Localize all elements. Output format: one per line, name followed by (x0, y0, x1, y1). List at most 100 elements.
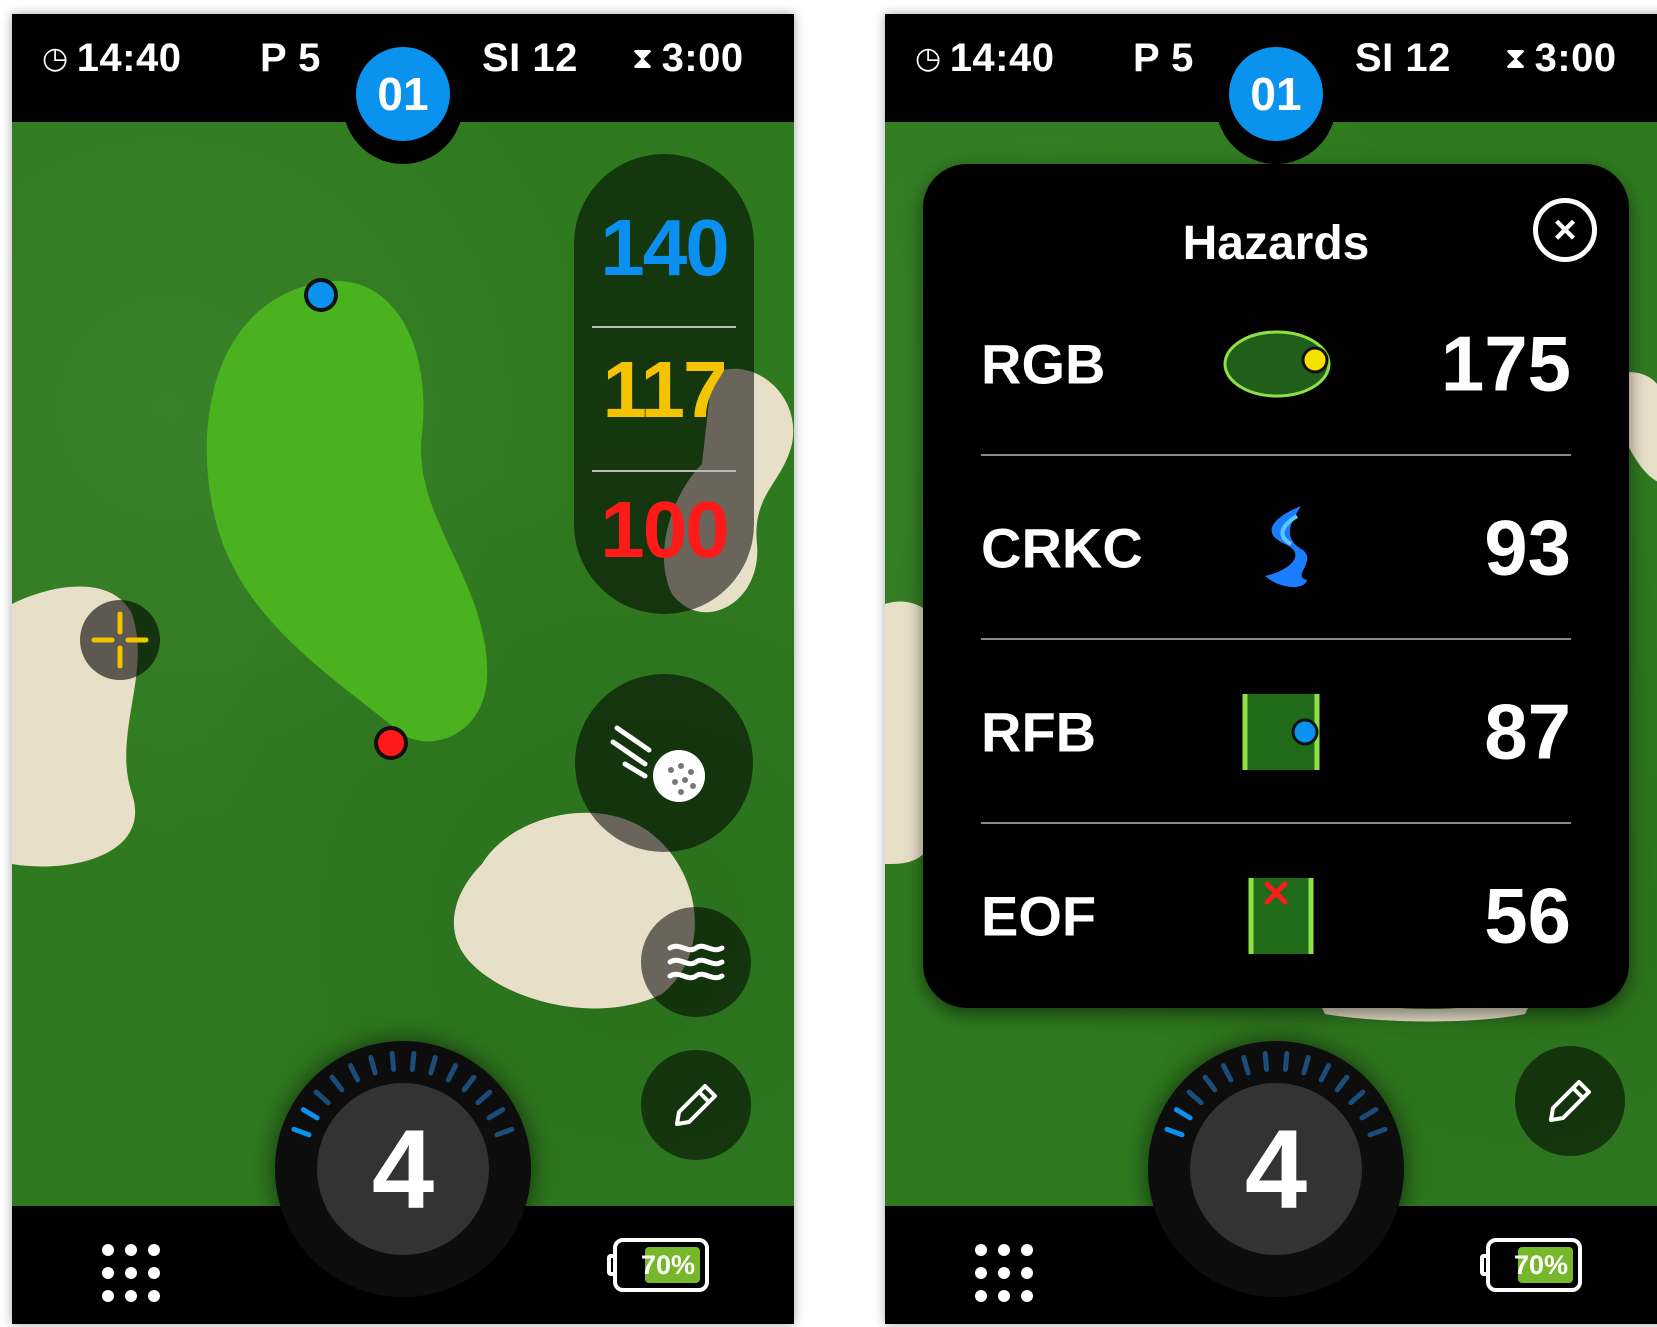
menu-dot (102, 1290, 114, 1302)
hazard-distance: 93 (1484, 503, 1571, 592)
dial-tick (347, 1063, 361, 1083)
dial-tick (445, 1063, 459, 1083)
dial-tick (494, 1126, 515, 1138)
battery-body: 70% (613, 1238, 709, 1292)
clock: ◷ 14:40 (915, 36, 1055, 81)
hazard-row[interactable]: CRKC 93 (981, 456, 1571, 640)
par-label: P 5 (260, 36, 321, 80)
dial-tick (329, 1074, 345, 1093)
menu-grid-button[interactable] (102, 1244, 162, 1304)
hazard-row[interactable]: EOF 56 (981, 824, 1571, 1008)
dial-tick (1186, 1089, 1204, 1106)
menu-grid-button[interactable] (975, 1244, 1035, 1304)
club-number: 4 (317, 1083, 489, 1255)
battery-percent: 70% (1513, 1249, 1568, 1280)
menu-dot (125, 1290, 137, 1302)
golf-hole-map-screen: 140 117 100 ◷ 14:40 P 5 SI 12 ⧗ 3:00 01 … (12, 14, 794, 1324)
hazards-title: Hazards (1182, 217, 1370, 270)
hazard-row[interactable]: RGB 175 (981, 272, 1571, 456)
target-crosshair[interactable] (80, 600, 160, 680)
dial-tick (461, 1074, 477, 1093)
dial-tick (1220, 1063, 1234, 1083)
hourglass-icon: ⧗ (1505, 42, 1527, 75)
dial-tick (1359, 1107, 1379, 1121)
pencil-icon (1549, 1080, 1591, 1122)
golf-ball-shot-icon (610, 725, 705, 802)
hazard-distance: 87 (1484, 687, 1571, 776)
menu-dot (1021, 1290, 1033, 1302)
dial-tick (1348, 1089, 1366, 1106)
hole-number-badge[interactable]: 01 (1229, 47, 1323, 141)
distance-divider (592, 326, 736, 328)
dial-tick (409, 1051, 417, 1072)
hazard-row[interactable]: RFB 87 (981, 640, 1571, 824)
menu-dot (102, 1267, 114, 1279)
green-bunker-icon (1221, 314, 1341, 414)
distance-panel: 140 117 100 (574, 154, 754, 614)
crosshair-icon (91, 611, 149, 669)
menu-dot (148, 1267, 160, 1279)
battery-indicator: 70% (1480, 1238, 1590, 1294)
club-selector-dial[interactable]: 4 (1148, 1041, 1404, 1297)
dial-tick (291, 1126, 312, 1138)
hole-number-badge[interactable]: 01 (356, 47, 450, 141)
clock-icon: ◷ (42, 42, 69, 75)
dial-tick (1301, 1055, 1311, 1076)
battery-percent: 70% (640, 1249, 695, 1280)
menu-dot (1021, 1267, 1033, 1279)
club-number: 4 (1190, 1083, 1362, 1255)
dial-tick (1262, 1051, 1270, 1072)
dial-tick (1282, 1051, 1290, 1072)
front-pin-marker (304, 278, 338, 312)
timer-value: 3:00 (661, 36, 744, 80)
round-timer: ⧗ 3:00 (1505, 36, 1617, 81)
hazard-distance: 56 (1484, 871, 1571, 960)
fairway-bunker-icon (1221, 682, 1341, 782)
back-pin-marker (374, 726, 408, 760)
hazards-panel: Hazards × RGB 175 CRKC 93 RFB 87 EOF 56 (923, 164, 1629, 1008)
dial-tick (486, 1107, 506, 1121)
menu-dot (102, 1244, 114, 1256)
scorecard-edit-button[interactable] (1515, 1046, 1625, 1156)
dial-tick (300, 1107, 320, 1121)
menu-dot (975, 1244, 987, 1256)
close-icon: × (1553, 208, 1577, 252)
menu-dot (998, 1244, 1010, 1256)
close-button[interactable]: × (1533, 198, 1597, 262)
par-label: P 5 (1133, 36, 1194, 80)
creek-icon (1221, 498, 1341, 598)
hazards-button[interactable] (641, 907, 751, 1017)
putting-green (206, 280, 488, 742)
menu-dot (148, 1244, 160, 1256)
hazard-code: EOF (981, 884, 1097, 948)
dial-tick (1367, 1126, 1388, 1138)
stroke-index-label: SI 12 (482, 36, 578, 80)
battery-body: 70% (1486, 1238, 1582, 1292)
clock-icon: ◷ (915, 42, 942, 75)
dial-tick (1334, 1074, 1350, 1093)
menu-dot (1021, 1244, 1033, 1256)
dial-tick (475, 1089, 493, 1106)
hazards-screen: Hazards × RGB 175 CRKC 93 RFB 87 EOF 56 … (885, 14, 1657, 1324)
dial-tick (428, 1055, 438, 1076)
battery-indicator: 70% (607, 1238, 717, 1294)
clock-time: 14:40 (76, 36, 182, 80)
menu-dot (998, 1290, 1010, 1302)
club-selector-dial[interactable]: 4 (275, 1041, 531, 1297)
shot-track-button[interactable] (575, 674, 753, 852)
menu-dot (125, 1267, 137, 1279)
pencil-icon (675, 1084, 717, 1126)
dial-tick (1241, 1055, 1251, 1076)
menu-dot (148, 1290, 160, 1302)
hazard-distance: 175 (1440, 319, 1571, 408)
menu-dot (975, 1290, 987, 1302)
dial-tick (313, 1089, 331, 1106)
dial-tick (389, 1051, 397, 1072)
dial-tick (1164, 1126, 1185, 1138)
water-waves-icon (667, 943, 725, 981)
front-distance: 140 (600, 203, 729, 292)
scorecard-edit-button[interactable] (641, 1050, 751, 1160)
hazard-code: CRKC (981, 516, 1143, 580)
hazard-code: RGB (981, 332, 1106, 396)
clock-time: 14:40 (949, 36, 1055, 80)
